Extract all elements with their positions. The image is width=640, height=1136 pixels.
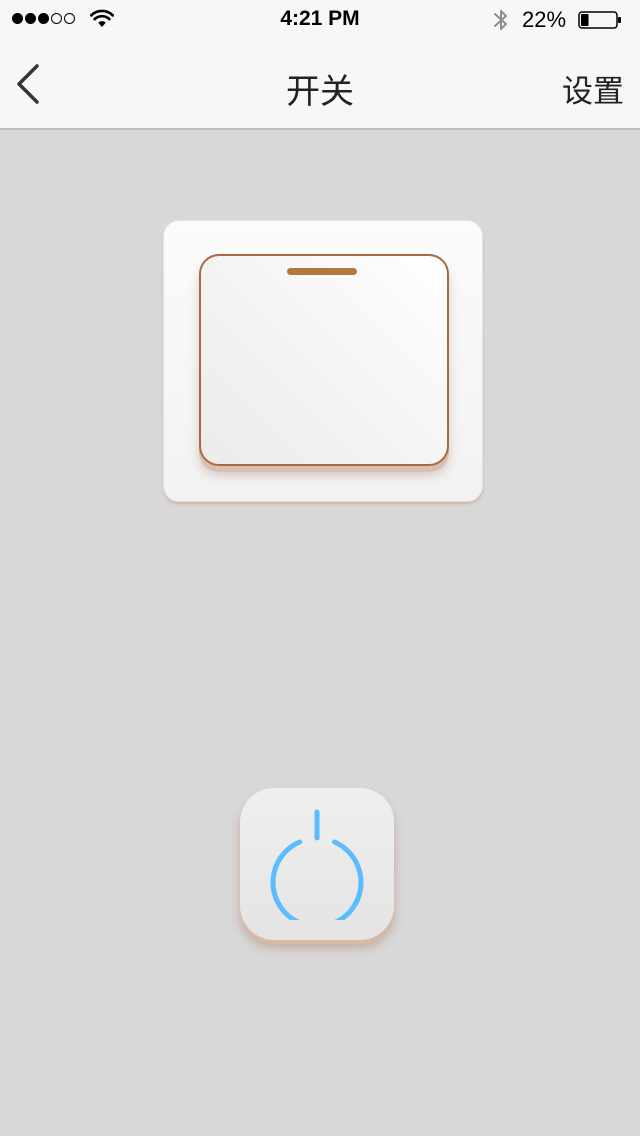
power-button[interactable] — [240, 788, 394, 940]
wall-switch-rocker[interactable] — [199, 254, 449, 466]
settings-button[interactable]: 设置 — [562, 66, 624, 111]
switch-screen: 4:21 PM 22% 开关 设置 — [0, 0, 640, 1136]
wall-switch-plate — [163, 220, 483, 502]
status-bar: 4:21 PM 22% — [0, 0, 640, 40]
battery-icon — [578, 11, 621, 29]
bluetooth-icon — [494, 10, 507, 30]
power-icon — [270, 809, 364, 920]
switch-indicator-line — [287, 268, 357, 275]
page-title: 开关 — [286, 73, 354, 111]
battery-percentage: 22% — [522, 7, 567, 32]
navigation-bar: 开关 设置 — [0, 40, 640, 130]
